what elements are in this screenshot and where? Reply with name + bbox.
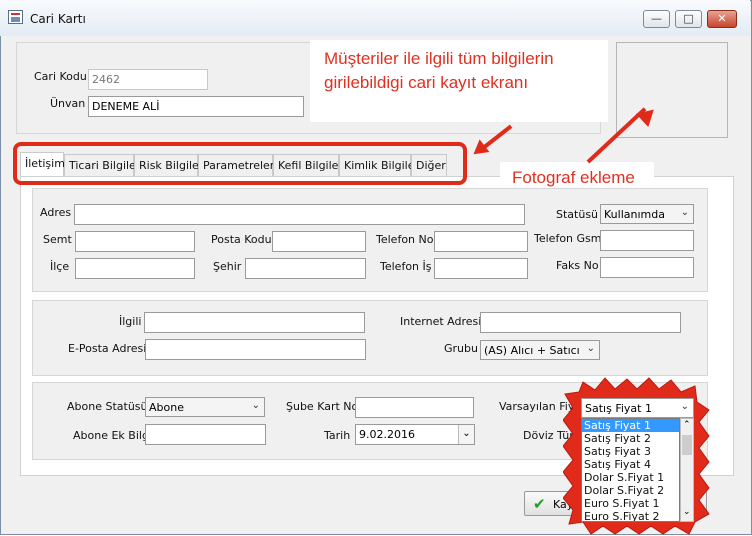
maximize-icon: □: [683, 12, 694, 25]
eposta-field[interactable]: [145, 339, 366, 360]
eposta-label: E-Posta Adresi: [68, 342, 147, 355]
telefon-no-field[interactable]: [434, 231, 528, 252]
price-option[interactable]: Satış Fiyat 2: [582, 432, 679, 445]
varsayilan-fiyat-value: Satış Fiyat 1: [585, 402, 652, 415]
statusu-value: Kullanımda: [604, 208, 665, 221]
grubu-select[interactable]: (AS) Alıcı + Satıcı ⌄: [480, 340, 600, 360]
grubu-value: (AS) Alıcı + Satıcı: [484, 344, 580, 357]
price-option[interactable]: Satış Fiyat 4: [582, 458, 679, 471]
adres-field[interactable]: [74, 204, 525, 225]
tarih-label: Tarih: [324, 429, 351, 442]
checkmark-icon: ✔: [533, 495, 546, 513]
ilce-field[interactable]: [75, 258, 195, 279]
abone-ek-bilgi-label: Abone Ek Bilgi: [73, 429, 152, 442]
abone-statusu-label: Abone Statüsü: [67, 400, 148, 413]
cari-kodu-label: Cari Kodu: [34, 70, 87, 83]
abone-statusu-value: Abone: [149, 401, 184, 414]
title-bar: [0, 0, 750, 36]
internet-adresi-field[interactable]: [480, 312, 681, 333]
chevron-down-icon: ⌄: [251, 400, 260, 411]
chevron-down-icon: ⌄: [462, 428, 471, 439]
scroll-up-icon[interactable]: ⌃: [683, 420, 691, 430]
chevron-down-icon: ⌄: [680, 207, 689, 218]
annotation-line-1: Müşteriler ile ilgili tüm bilgilerin: [324, 49, 554, 68]
abone-ek-bilgi-field[interactable]: [145, 424, 266, 445]
sehir-field[interactable]: [245, 258, 366, 279]
cari-kodu-field[interactable]: 2462: [88, 69, 208, 90]
window-title: Cari Kartı: [30, 12, 86, 26]
sube-kart-no-label: Şube Kart No: [286, 400, 359, 413]
statusu-select[interactable]: Kullanımda ⌄: [600, 204, 694, 224]
price-option[interactable]: Satış Fiyat 3: [582, 445, 679, 458]
annotation-note: Müşteriler ile ilgili tüm bilgilerin gir…: [310, 40, 608, 122]
semt-label: Semt: [43, 233, 72, 246]
app-icon: [8, 10, 23, 24]
photo-box[interactable]: [616, 42, 728, 138]
adres-label: Adres: [40, 206, 72, 219]
tabs-highlight-box: [13, 142, 467, 185]
price-option[interactable]: Euro S.Fiyat 2: [582, 510, 679, 521]
minimize-icon: —: [651, 12, 662, 25]
scroll-thumb[interactable]: [682, 435, 692, 455]
price-option[interactable]: Satış Fiyat 1: [582, 419, 679, 432]
dropdown-scrollbar[interactable]: ⌃ ⌄: [680, 418, 694, 522]
price-option[interactable]: Dolar S.Fiyat 1: [582, 471, 679, 484]
minimize-button[interactable]: —: [643, 10, 670, 28]
ilgili-label: İlgili: [119, 315, 142, 328]
faks-no-label: Faks No: [556, 259, 599, 272]
maximize-button[interactable]: □: [675, 10, 702, 28]
telefon-no-label: Telefon No: [376, 233, 434, 246]
price-option[interactable]: Euro S.Fiyat 1: [582, 497, 679, 510]
close-icon: ✕: [717, 12, 727, 25]
statusu-label: Statüsü: [556, 208, 599, 221]
posta-kodu-label: Posta Kodu: [211, 233, 272, 246]
faks-no-field[interactable]: [600, 257, 694, 278]
sehir-label: Şehir: [213, 260, 242, 273]
price-dropdown-list: Satış Fiyat 1 Satış Fiyat 2 Satış Fiyat …: [581, 418, 680, 522]
scroll-down-icon[interactable]: ⌄: [683, 507, 691, 517]
ilce-label: İlçe: [50, 260, 70, 273]
annotation-line-2: girilebildigi cari kayıt ekranı: [324, 73, 529, 92]
varsayilan-fiyat-select[interactable]: Satış Fiyat 1 ⌄: [581, 398, 694, 418]
chevron-down-icon: ⌄: [680, 401, 689, 412]
internet-adresi-label: Internet Adresi: [400, 315, 482, 328]
telefon-gsm-field[interactable]: [600, 230, 694, 251]
posta-kodu-field[interactable]: [272, 231, 366, 252]
abone-statusu-select[interactable]: Abone ⌄: [145, 397, 265, 417]
ilgili-field[interactable]: [144, 312, 365, 333]
semt-field[interactable]: [75, 231, 195, 252]
price-option[interactable]: Dolar S.Fiyat 2: [582, 484, 679, 497]
telefon-is-field[interactable]: [434, 258, 528, 279]
tarih-value: 9.02.2016: [359, 428, 415, 441]
chevron-down-icon: ⌄: [586, 343, 595, 354]
tarih-field[interactable]: 9.02.2016: [355, 424, 475, 445]
telefon-gsm-label: Telefon Gsm: [534, 232, 602, 245]
grubu-label: Grubu: [444, 342, 478, 355]
telefon-is-label: Telefon İş: [380, 260, 432, 273]
unvan-field[interactable]: DENEME ALİ: [88, 96, 304, 117]
unvan-label: Ünvan: [50, 97, 86, 110]
sube-kart-no-field[interactable]: [355, 397, 474, 418]
date-picker-button[interactable]: ⌄: [458, 425, 474, 444]
close-button[interactable]: ✕: [707, 10, 737, 28]
